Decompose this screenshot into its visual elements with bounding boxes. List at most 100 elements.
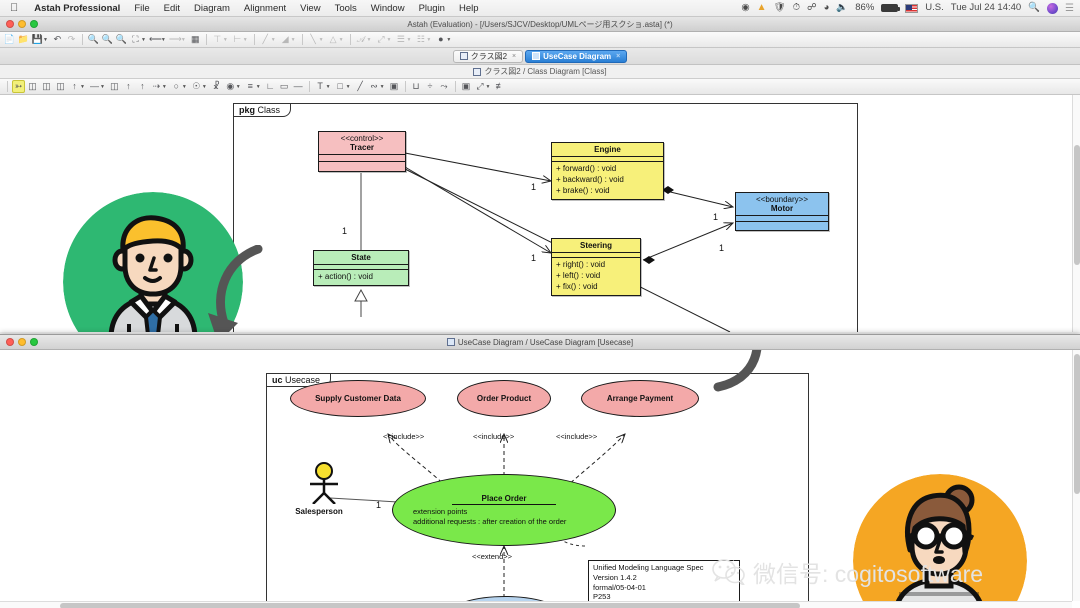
usecase-window-zoom-button[interactable] xyxy=(30,338,38,346)
shield-icon[interactable]: 🛡 xyxy=(774,3,786,13)
warning-triangle-icon[interactable]: ▲ xyxy=(757,3,767,13)
class-diagram-canvas[interactable]: pkg Class <<control>> Tracer Engine + fo… xyxy=(0,95,1080,332)
zoom-out-icon[interactable]: 🔍 xyxy=(101,33,114,46)
window-zoom-button[interactable] xyxy=(30,20,38,28)
class-diagram-icon xyxy=(459,52,468,60)
zoom-reset-icon[interactable]: 🔍 xyxy=(115,33,128,46)
class-tool-icon[interactable]: ◫ xyxy=(26,80,39,93)
dropbox-icon[interactable]: ◉ xyxy=(741,3,749,13)
next-dropdown-caret-icon: ▼ xyxy=(180,36,186,43)
scrollbar-thumb[interactable] xyxy=(1074,145,1080,265)
menu-item-plugin[interactable]: Plugin xyxy=(412,3,452,14)
usecase-supply-customer-data[interactable]: Supply Customer Data xyxy=(290,380,426,417)
flow-caret-icon[interactable]: ▼ xyxy=(256,84,261,90)
class-box-motor[interactable]: <<boundary>> Motor xyxy=(735,192,829,232)
text-caret-icon[interactable]: ▼ xyxy=(326,84,331,90)
menu-item-window[interactable]: Window xyxy=(364,3,412,14)
connector-caret-icon[interactable]: ▼ xyxy=(236,84,241,90)
usecase-diagram-canvas[interactable]: uc Usecase Supply Customer Data Order Pr… xyxy=(0,350,1080,608)
curve-caret-icon[interactable]: ▼ xyxy=(380,84,385,90)
spotlight-search-icon[interactable]: 🔍 xyxy=(1028,3,1040,13)
required-interface-tool-icon[interactable]: ☧ xyxy=(210,80,223,93)
menu-item-edit[interactable]: Edit xyxy=(157,3,187,14)
undo-icon[interactable]: ↶ xyxy=(51,33,64,46)
window-minimize-button[interactable] xyxy=(18,20,26,28)
corner-line-tool-icon[interactable]: ∟ xyxy=(264,80,277,93)
provided-interface-caret-icon[interactable]: ▼ xyxy=(202,84,207,90)
distribute-icon[interactable]: ÷ xyxy=(424,80,437,93)
class-canvas-vertical-scrollbar[interactable] xyxy=(1072,95,1080,332)
zoom-in-icon[interactable]: 🔍 xyxy=(87,33,100,46)
usecase-name: Supply Customer Data xyxy=(315,394,401,403)
line-tool-icon[interactable]: ╱ xyxy=(354,80,367,93)
align-vertical-icon[interactable]: ⊔ xyxy=(410,80,423,93)
menu-item-alignment[interactable]: Alignment xyxy=(237,3,293,14)
grid-icon[interactable]: ▦ xyxy=(189,33,202,46)
scrollbar-thumb[interactable] xyxy=(1074,354,1080,494)
window-close-button[interactable] xyxy=(6,20,14,28)
menu-item-file[interactable]: File xyxy=(127,3,156,14)
generalization-caret-icon[interactable]: ▼ xyxy=(80,84,85,90)
open-folder-icon[interactable]: 📁 xyxy=(17,33,30,46)
menu-item-view[interactable]: View xyxy=(293,3,327,14)
association-caret-icon[interactable]: ▼ xyxy=(100,84,105,90)
bluetooth-icon[interactable]: ☍ xyxy=(807,3,817,13)
usecase-order-product[interactable]: Order Product xyxy=(457,380,551,417)
wifi-icon[interactable]: ◕ xyxy=(824,3,830,13)
usecase-window-close-button[interactable] xyxy=(6,338,14,346)
note-tool-icon[interactable]: ▭ xyxy=(278,80,291,93)
align-top-caret-icon: ▼ xyxy=(222,36,228,43)
save-dropdown-caret-icon[interactable]: ▼ xyxy=(43,37,48,43)
menu-item-astah-professional[interactable]: Astah Professional xyxy=(27,3,127,14)
scrollbar-thumb[interactable] xyxy=(60,603,800,608)
tab-usecase-diagram[interactable]: UseCase Diagram × xyxy=(525,49,628,63)
note-anchor-tool-icon[interactable]: — xyxy=(292,80,305,93)
auto-resize-icon[interactable]: ⤳ xyxy=(438,80,451,93)
dependency-tool-icon[interactable]: ↑ xyxy=(136,80,149,93)
square-dot-icon[interactable]: ▣ xyxy=(460,80,473,93)
menu-item-help[interactable]: Help xyxy=(452,3,486,14)
rectangle-caret-icon[interactable]: ▼ xyxy=(346,84,351,90)
uml-spec-note[interactable]: Unified Modeling Language Spec Version 1… xyxy=(588,560,740,605)
class-box-state[interactable]: State + action() : void xyxy=(313,250,409,286)
apple-logo-icon[interactable]:  xyxy=(0,2,27,14)
usecase-place-order[interactable]: Place Order extension points additional … xyxy=(392,474,616,546)
previous-dropdown-caret-icon[interactable]: ▼ xyxy=(161,37,166,43)
input-source-label[interactable]: U.S. xyxy=(925,3,943,13)
usecase-diagram-icon xyxy=(532,52,541,60)
tab-close-icon[interactable]: × xyxy=(512,53,516,60)
notification-center-icon[interactable]: ☰ xyxy=(1065,3,1074,14)
new-file-icon[interactable]: 📄 xyxy=(3,33,16,46)
menu-item-tools[interactable]: Tools xyxy=(328,3,364,14)
usecase-window-minimize-button[interactable] xyxy=(18,338,26,346)
tab-close-icon[interactable]: × xyxy=(616,53,620,60)
menu-item-diagram[interactable]: Diagram xyxy=(187,3,237,14)
time-machine-icon[interactable]: ⏱ xyxy=(793,3,800,13)
line-color-caret-icon: ▼ xyxy=(318,36,324,43)
usecase-canvas-vertical-scrollbar[interactable] xyxy=(1072,350,1080,601)
usecase-canvas-horizontal-scrollbar[interactable] xyxy=(0,601,1072,608)
battery-percent-label: 86% xyxy=(855,2,875,14)
battery-icon[interactable] xyxy=(881,4,901,12)
align-distribute-icon[interactable]: ≢ xyxy=(493,80,506,93)
select-tool-icon[interactable]: ➳ xyxy=(12,80,25,93)
siri-icon[interactable] xyxy=(1047,2,1059,14)
port-caret-icon[interactable]: ▼ xyxy=(182,84,187,90)
package-tool-icon[interactable]: ◫ xyxy=(40,80,53,93)
class-box-tracer[interactable]: <<control>> Tracer xyxy=(318,131,406,173)
volume-icon[interactable]: 🔈 xyxy=(836,3,848,13)
fit-dropdown-caret-icon[interactable]: ▼ xyxy=(141,37,146,43)
tab-class-diagram-2[interactable]: クラス図2 × xyxy=(452,49,524,63)
usecase-arrange-payment[interactable]: Arrange Payment xyxy=(581,380,699,417)
realization-tool-icon[interactable]: ↑ xyxy=(122,80,135,93)
dependency-caret-icon[interactable]: ▼ xyxy=(162,84,167,90)
resize-caret-icon[interactable]: ▼ xyxy=(486,84,491,90)
clock-label[interactable]: Tue Jul 24 14:40 xyxy=(951,3,1021,13)
subsystem-tool-icon[interactable]: ◫ xyxy=(54,80,67,93)
color-swatch-caret-icon[interactable]: ▼ xyxy=(446,37,451,43)
class-box-engine[interactable]: Engine + forward() : void + backward() :… xyxy=(551,142,664,200)
image-tool-icon[interactable]: ▣ xyxy=(388,80,401,93)
class-box-steering[interactable]: Steering + right() : void + left() : voi… xyxy=(551,238,641,296)
actor-salesperson[interactable]: Salesperson xyxy=(290,462,348,516)
interface-tool-icon[interactable]: ◫ xyxy=(108,80,121,93)
